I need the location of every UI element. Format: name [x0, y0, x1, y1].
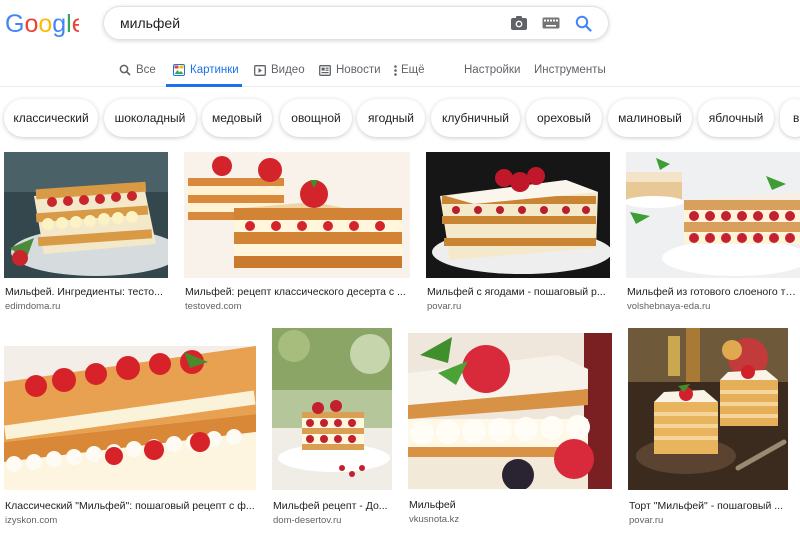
result-caption[interactable]: Мильфей. Ингредиенты: тесто...: [5, 286, 169, 298]
news-icon: [319, 64, 331, 76]
chip-apple[interactable]: яблочный: [698, 99, 774, 137]
tab-label: Видео: [271, 64, 305, 76]
result-thumbnail[interactable]: [628, 328, 788, 490]
google-logo[interactable]: Google: [5, 9, 79, 39]
result-source[interactable]: povar.ru: [427, 301, 461, 312]
result-thumbnail[interactable]: [626, 152, 800, 278]
result-thumbnail[interactable]: [408, 333, 612, 489]
chip-label: ореховый: [537, 111, 591, 125]
tab-all[interactable]: Все: [119, 54, 156, 86]
camera-icon[interactable]: [506, 12, 532, 34]
result-thumbnail[interactable]: [272, 328, 392, 490]
chip-label: шоколадный: [114, 111, 186, 125]
search-icon: [119, 64, 131, 76]
result-thumbnail[interactable]: [4, 152, 168, 278]
result-source[interactable]: vkusnota.kz: [409, 514, 459, 525]
search-box[interactable]: [103, 6, 609, 40]
image-result[interactable]: Мильфей vkusnota.kz: [408, 333, 612, 528]
chip-strawberry[interactable]: клубничный: [431, 99, 520, 137]
tab-more[interactable]: Ещё: [394, 54, 425, 86]
result-caption[interactable]: Мильфей рецепт - До...: [273, 500, 391, 512]
chip-label: ягодный: [368, 111, 414, 125]
chip-label: в: [793, 111, 800, 125]
chip-vegetable[interactable]: овощной: [280, 99, 352, 137]
chip-berry[interactable]: ягодный: [357, 99, 425, 137]
tab-news[interactable]: Новости: [319, 54, 381, 86]
more-vert-icon: [394, 64, 397, 76]
tab-settings[interactable]: Настройки: [464, 54, 520, 86]
result-source[interactable]: volshebnaya-eda.ru: [627, 301, 710, 312]
result-thumbnail[interactable]: [4, 346, 256, 490]
chip-honey[interactable]: медовый: [202, 99, 272, 137]
chip-classic[interactable]: классический: [4, 99, 98, 137]
result-caption[interactable]: Мильфей: рецепт классического десерта с …: [185, 286, 409, 298]
chip-chocolate[interactable]: шоколадный: [104, 99, 196, 137]
tab-video[interactable]: Видео: [254, 54, 305, 86]
tab-label: Картинки: [190, 64, 239, 76]
image-result[interactable]: Мильфей рецепт - До... dom-desertov.ru: [272, 328, 392, 528]
image-result[interactable]: Торт "Мильфей" - пошаговый ... povar.ru: [628, 328, 800, 528]
video-icon: [254, 64, 266, 76]
chip-label: малиновый: [618, 111, 682, 125]
chip-label: яблочный: [708, 111, 764, 125]
chip-label: медовый: [211, 111, 263, 125]
result-caption[interactable]: Мильфей с ягодами - пошаговый р...: [427, 286, 607, 298]
chip-label: овощной: [291, 111, 341, 125]
tab-images[interactable]: Картинки: [166, 54, 242, 87]
image-result[interactable]: Мильфей с ягодами - пошаговый р... povar…: [426, 152, 610, 312]
result-source[interactable]: testoved.com: [185, 301, 242, 312]
result-caption[interactable]: Мильфей: [409, 499, 611, 511]
keyboard-icon[interactable]: [538, 12, 564, 34]
image-result[interactable]: Мильфей. Ингредиенты: тесто... edimdoma.…: [4, 152, 168, 312]
search-input[interactable]: [120, 13, 500, 33]
result-caption[interactable]: Мильфей из готового слоеного тесто...: [627, 286, 799, 298]
result-source[interactable]: povar.ru: [629, 515, 663, 526]
image-result[interactable]: Мильфей: рецепт классического десерта с …: [184, 152, 410, 312]
result-thumbnail[interactable]: [426, 152, 610, 278]
refinement-chips: классический шоколадный медовый овощной …: [0, 96, 800, 144]
result-caption[interactable]: Торт "Мильфей" - пошаговый ...: [629, 500, 789, 512]
chip-nut[interactable]: ореховый: [526, 99, 602, 137]
search-icon[interactable]: [570, 12, 596, 34]
tab-label: Инструменты: [534, 64, 606, 76]
result-thumbnail[interactable]: [184, 152, 410, 278]
tab-label: Ещё: [401, 64, 425, 76]
chip-label: классический: [13, 111, 89, 125]
result-source[interactable]: izyskon.com: [5, 515, 57, 526]
svg-text:Google: Google: [5, 10, 79, 38]
tab-tools[interactable]: Инструменты: [534, 54, 606, 86]
result-caption[interactable]: Классический "Мильфей": пошаговый рецепт…: [5, 500, 255, 512]
search-tabs: Все Картинки Видео Новости Ещё Настройки…: [0, 54, 800, 87]
chip-raspberry[interactable]: малиновый: [608, 99, 692, 137]
tab-label: Настройки: [464, 64, 521, 76]
result-source[interactable]: edimdoma.ru: [5, 301, 60, 312]
tab-label: Все: [136, 64, 156, 76]
image-result[interactable]: Мильфей из готового слоеного тесто... vo…: [626, 152, 800, 312]
image-icon: [173, 64, 185, 76]
chip-label: клубничный: [442, 111, 509, 125]
result-source[interactable]: dom-desertov.ru: [273, 515, 341, 526]
chip-next[interactable]: в: [780, 99, 800, 137]
tab-label: Новости: [336, 64, 381, 76]
image-result[interactable]: Классический "Мильфей": пошаговый рецепт…: [4, 346, 256, 528]
